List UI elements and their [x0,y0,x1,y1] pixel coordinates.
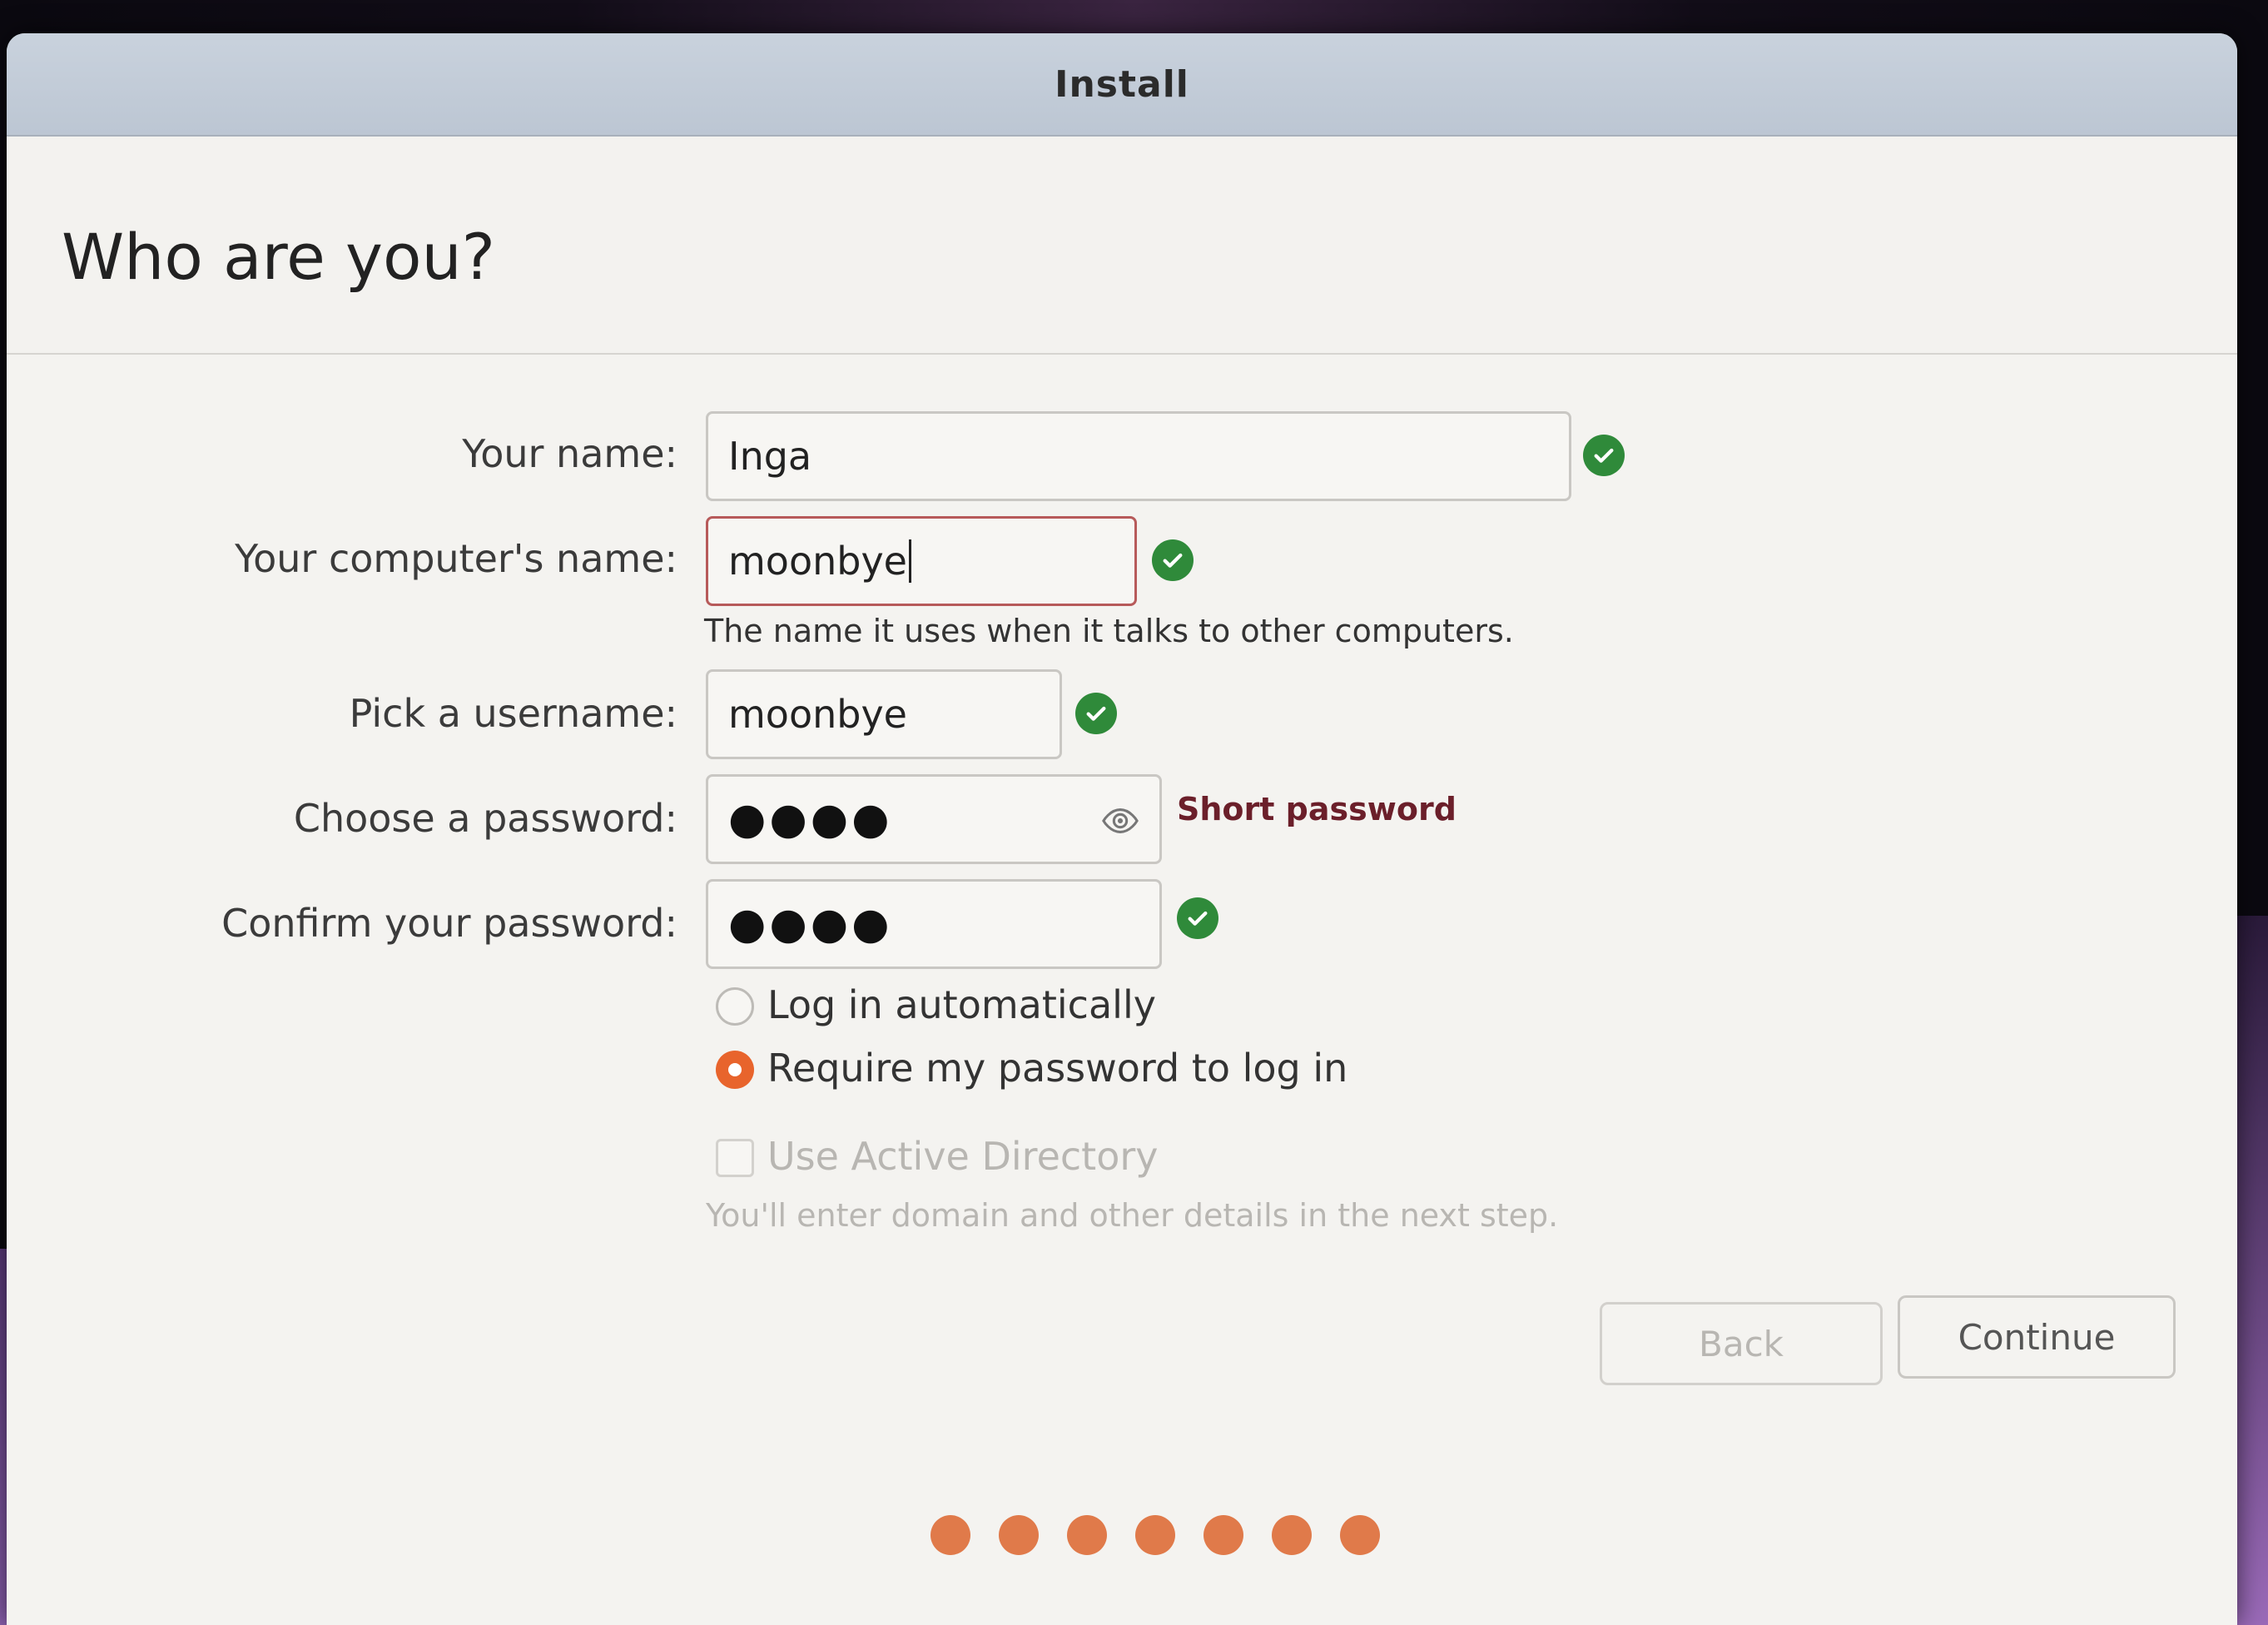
log-in-automatically-radio[interactable] [716,987,754,1026]
log-in-automatically-label[interactable]: Log in automatically [767,982,1156,1027]
computer-name-valid-check-icon [1152,539,1194,581]
text-cursor [908,539,911,583]
computer-name-input-value: moonbye [728,539,907,584]
password-input[interactable]: ●●●● [706,774,1162,864]
computer-name-hint: The name it uses when it talks to other … [704,613,1514,649]
name-label: Your name: [462,431,677,476]
progress-dot [1340,1515,1380,1555]
password-label: Choose a password: [293,796,677,841]
active-directory-label[interactable]: Use Active Directory [767,1134,1158,1179]
form-content: Your name: Inga Your computer's name: mo… [7,355,2237,1625]
name-input-value: Inga [728,434,812,479]
confirm-password-input-value: ●●●● [728,899,893,949]
installation-progress-dots [931,1515,1380,1555]
active-directory-hint: You'll enter domain and other details in… [706,1197,1559,1234]
require-password-radio[interactable] [716,1051,754,1089]
page-header: Who are you? [7,137,2237,355]
progress-dot [999,1515,1039,1555]
progress-dot [1135,1515,1175,1555]
computer-name-input[interactable]: moonbye [706,516,1137,606]
password-strength-label: Short password [1177,791,1457,827]
back-button[interactable]: Back [1600,1302,1883,1385]
continue-button[interactable]: Continue [1898,1295,2176,1379]
password-input-value: ●●●● [728,794,893,844]
username-label: Pick a username: [349,691,677,736]
require-password-label[interactable]: Require my password to log in [767,1046,1347,1091]
confirm-password-label: Confirm your password: [221,901,677,946]
name-valid-check-icon [1583,435,1625,476]
page-title: Who are you? [62,220,496,294]
username-input-value: moonbye [728,692,907,737]
confirm-password-valid-check-icon [1177,897,1218,939]
active-directory-checkbox[interactable] [716,1139,754,1177]
progress-dot [1272,1515,1312,1555]
confirm-password-input[interactable]: ●●●● [706,879,1162,969]
installer-window: Install Who are you? Your name: Inga You… [7,33,2237,1625]
window-titlebar[interactable]: Install [7,33,2237,137]
name-input[interactable]: Inga [706,411,1571,501]
username-input[interactable]: moonbye [706,669,1062,759]
username-valid-check-icon [1075,693,1117,734]
window-title: Install [1055,62,1189,106]
eye-icon[interactable] [1101,802,1139,840]
computer-name-label: Your computer's name: [235,536,677,581]
progress-dot [931,1515,970,1555]
progress-dot [1067,1515,1107,1555]
progress-dot [1203,1515,1243,1555]
